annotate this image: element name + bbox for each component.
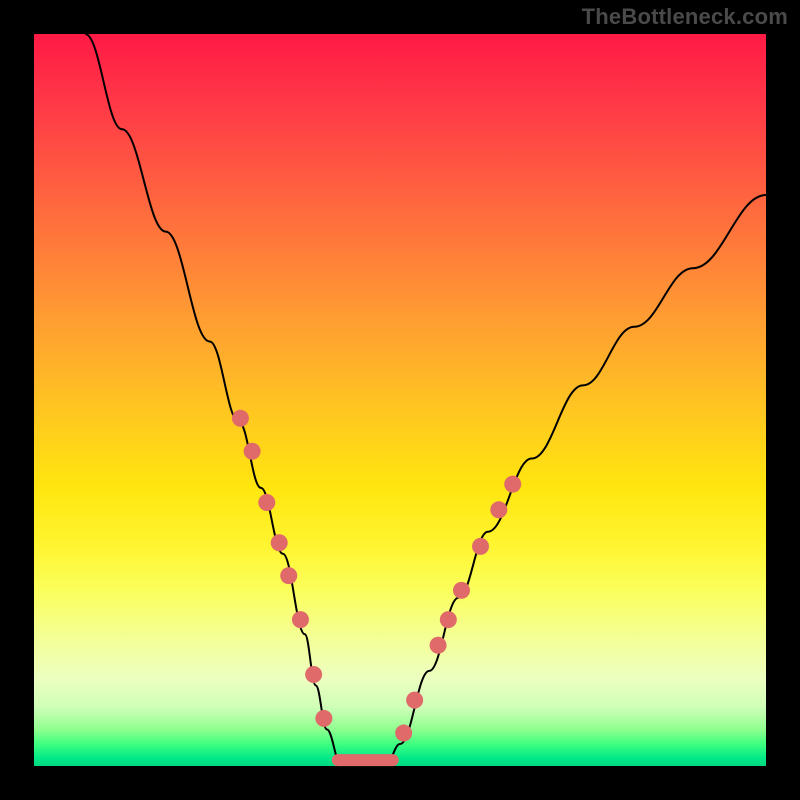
marker-dot <box>472 538 489 555</box>
curve-layer <box>34 34 766 766</box>
chart-container: TheBottleneck.com <box>0 0 800 800</box>
markers-right <box>395 476 521 742</box>
marker-dot <box>271 534 288 551</box>
bottleneck-curve <box>85 34 766 766</box>
marker-dot <box>440 611 457 628</box>
marker-dot <box>395 725 412 742</box>
marker-dot <box>244 443 261 460</box>
marker-dot <box>232 410 249 427</box>
plot-area <box>34 34 766 766</box>
marker-dot <box>504 476 521 493</box>
marker-dot <box>280 567 297 584</box>
marker-dot <box>258 494 275 511</box>
attribution-label: TheBottleneck.com <box>582 4 788 30</box>
markers-left <box>232 410 332 727</box>
marker-dot <box>453 582 470 599</box>
marker-dot <box>292 611 309 628</box>
marker-dot <box>406 692 423 709</box>
marker-dot <box>430 637 447 654</box>
marker-dot <box>490 501 507 518</box>
marker-dot <box>315 710 332 727</box>
marker-dot <box>305 666 322 683</box>
